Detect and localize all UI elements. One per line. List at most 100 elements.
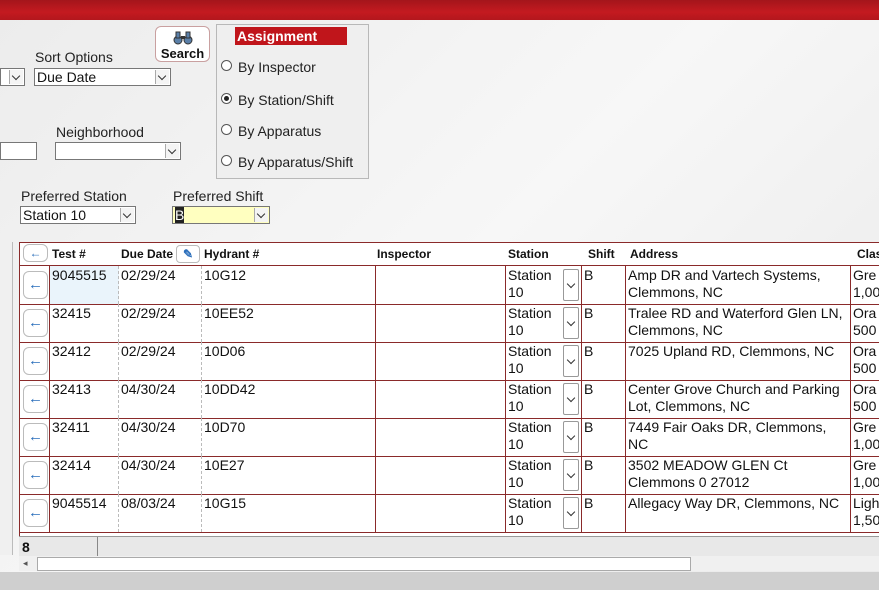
- chevron-down-icon: [120, 208, 134, 222]
- open-record-arrow-icon[interactable]: ←: [23, 499, 48, 527]
- cell-station-text: Station 10: [508, 457, 552, 490]
- chevron-down-icon: [155, 70, 169, 84]
- cell-address-text: Amp DR and Vartech Systems, Clemmons, NC: [628, 267, 821, 300]
- cell-shift-text: B: [584, 495, 594, 511]
- chevron-down-icon[interactable]: [563, 497, 579, 529]
- chevron-down-icon[interactable]: [563, 307, 579, 339]
- cell-due-date-text: 04/30/24: [121, 457, 176, 473]
- left-text-input[interactable]: [0, 142, 37, 160]
- cell-inspector: [376, 418, 506, 456]
- chevron-down-icon[interactable]: [563, 383, 579, 415]
- table-row[interactable]: ← 32413 04/30/24 10DD42 Station 10 B Center Gr…: [20, 380, 879, 419]
- col-test[interactable]: Test #: [52, 247, 86, 261]
- cell-test-text: 32413: [52, 381, 91, 397]
- cell-inspector: [376, 342, 506, 380]
- col-shift[interactable]: Shift: [588, 247, 615, 261]
- table-row[interactable]: ← 9045514 08/03/24 10G15 Station 10 B Allegacy…: [20, 494, 879, 533]
- cell-address-text: Center Grove Church and Parking Lot, Cle…: [628, 381, 840, 414]
- assign-by-apparatus[interactable]: By Apparatus: [221, 123, 321, 139]
- open-record-arrow-icon[interactable]: ←: [23, 309, 48, 337]
- cell-due-date-text: 04/30/24: [121, 419, 176, 435]
- cell-hydrant: 10D70: [202, 418, 376, 456]
- open-record-arrow-icon[interactable]: ←: [23, 347, 48, 375]
- open-record-arrow-icon[interactable]: ←: [23, 461, 48, 489]
- filter-select-left[interactable]: [0, 68, 25, 86]
- neighborhood-select[interactable]: [55, 142, 181, 160]
- open-record-arrow-icon[interactable]: ←: [23, 271, 48, 299]
- cell-address: 7449 Fair Oaks DR, Clemmons, NC: [626, 418, 851, 456]
- cell-station[interactable]: Station 10: [506, 494, 582, 532]
- pencil-icon[interactable]: ✎: [176, 245, 200, 263]
- cell-station-text: Station 10: [508, 267, 552, 300]
- cell-shift-text: B: [584, 419, 594, 435]
- radio-by-apparatus-shift[interactable]: [221, 155, 232, 166]
- assign-by-inspector[interactable]: By Inspector: [221, 59, 316, 75]
- cell-station[interactable]: Station 10: [506, 342, 582, 380]
- radio-by-apparatus[interactable]: [221, 124, 232, 135]
- grid-horizontal-scrollbar[interactable]: ◂: [19, 556, 879, 571]
- assign-by-station-shift[interactable]: By Station/Shift: [221, 92, 334, 108]
- cell-station[interactable]: Station 10: [506, 304, 582, 342]
- table-row[interactable]: ← 32414 04/30/24 10E27 Station 10 B 3502 MEAD…: [20, 456, 879, 495]
- col-hydrant[interactable]: Hydrant #: [204, 247, 259, 261]
- cell-address-text: 7025 Upland RD, Clemmons, NC: [628, 343, 835, 359]
- inspection-grid: ← Test # Due Date ✎ Hydrant # Inspector …: [19, 242, 879, 537]
- cell-station[interactable]: Station 10: [506, 456, 582, 494]
- cell-hydrant-text: 10D06: [204, 343, 246, 359]
- grid-vertical-scrollbar[interactable]: [0, 242, 13, 555]
- table-row[interactable]: ← 32411 04/30/24 10D70 Station 10 B 7449 Fair …: [20, 418, 879, 457]
- sort-options-select[interactable]: Due Date: [34, 68, 171, 86]
- cell-shift: B: [582, 266, 626, 304]
- cell-due-date: 04/30/24: [119, 418, 202, 456]
- cell-station[interactable]: Station 10: [506, 380, 582, 418]
- cell-hydrant: 10EE52: [202, 304, 376, 342]
- cell-inspector: [376, 494, 506, 532]
- col-due-date[interactable]: Due Date: [121, 247, 173, 261]
- radio-by-station-shift[interactable]: [221, 93, 232, 104]
- cell-class: Ora 500: [851, 304, 879, 342]
- assign-option-label: By Inspector: [238, 59, 316, 75]
- cell-test: 32411: [50, 418, 119, 456]
- cell-address: Center Grove Church and Parking Lot, Cle…: [626, 380, 851, 418]
- open-record-arrow-icon[interactable]: ←: [23, 385, 48, 413]
- chevron-down-icon[interactable]: [563, 459, 579, 491]
- table-row[interactable]: ← 32415 02/29/24 10EE52 Station 10 B Tralee RD…: [20, 304, 879, 343]
- open-record-arrow-icon[interactable]: ←: [23, 423, 48, 451]
- cell-test: 32413: [50, 380, 119, 418]
- scroll-left-icon[interactable]: ◂: [23, 558, 35, 569]
- chevron-down-icon[interactable]: [563, 269, 579, 301]
- cell-inspector: [376, 304, 506, 342]
- radio-by-inspector[interactable]: [221, 60, 232, 71]
- col-inspector[interactable]: Inspector: [377, 247, 431, 261]
- search-button[interactable]: Search: [155, 26, 210, 62]
- preferred-shift-select[interactable]: B: [172, 206, 270, 224]
- cell-shift: B: [582, 304, 626, 342]
- cell-hydrant: 10G12: [202, 266, 376, 304]
- cell-due-date: 02/29/24: [119, 342, 202, 380]
- scroll-thumb[interactable]: [37, 557, 691, 571]
- preferred-shift-value: B: [175, 207, 185, 223]
- table-row[interactable]: ← 9045515 02/29/24 10G12 Station 10 B Amp DR a…: [20, 266, 879, 305]
- table-row[interactable]: ← 32412 02/29/24 10D06 Station 10 B 7025 Uplan…: [20, 342, 879, 381]
- cell-test-text: 32411: [52, 419, 90, 435]
- cell-station[interactable]: Station 10: [506, 266, 582, 304]
- cell-class-text: Ora 500: [853, 381, 877, 414]
- binoculars-icon: [173, 31, 192, 45]
- cell-class-text: Ora 500: [853, 343, 877, 376]
- col-station[interactable]: Station: [508, 247, 549, 261]
- cell-due-date-text: 02/29/24: [121, 267, 176, 283]
- col-class[interactable]: Clas: [857, 247, 879, 261]
- chevron-down-icon: [165, 144, 179, 158]
- cell-shift: B: [582, 380, 626, 418]
- chevron-down-icon[interactable]: [563, 421, 579, 453]
- cell-test: 32415: [50, 304, 119, 342]
- chevron-down-icon[interactable]: [563, 345, 579, 377]
- bottom-bar: [0, 572, 879, 590]
- back-arrow-icon[interactable]: ←: [23, 244, 48, 262]
- cell-station-text: Station 10: [508, 305, 552, 338]
- cell-station[interactable]: Station 10: [506, 418, 582, 456]
- preferred-station-select[interactable]: Station 10: [20, 206, 136, 224]
- assign-by-apparatus-shift[interactable]: By Apparatus/Shift: [221, 154, 353, 170]
- col-address[interactable]: Address: [630, 247, 678, 261]
- assign-option-label: By Apparatus/Shift: [238, 154, 354, 170]
